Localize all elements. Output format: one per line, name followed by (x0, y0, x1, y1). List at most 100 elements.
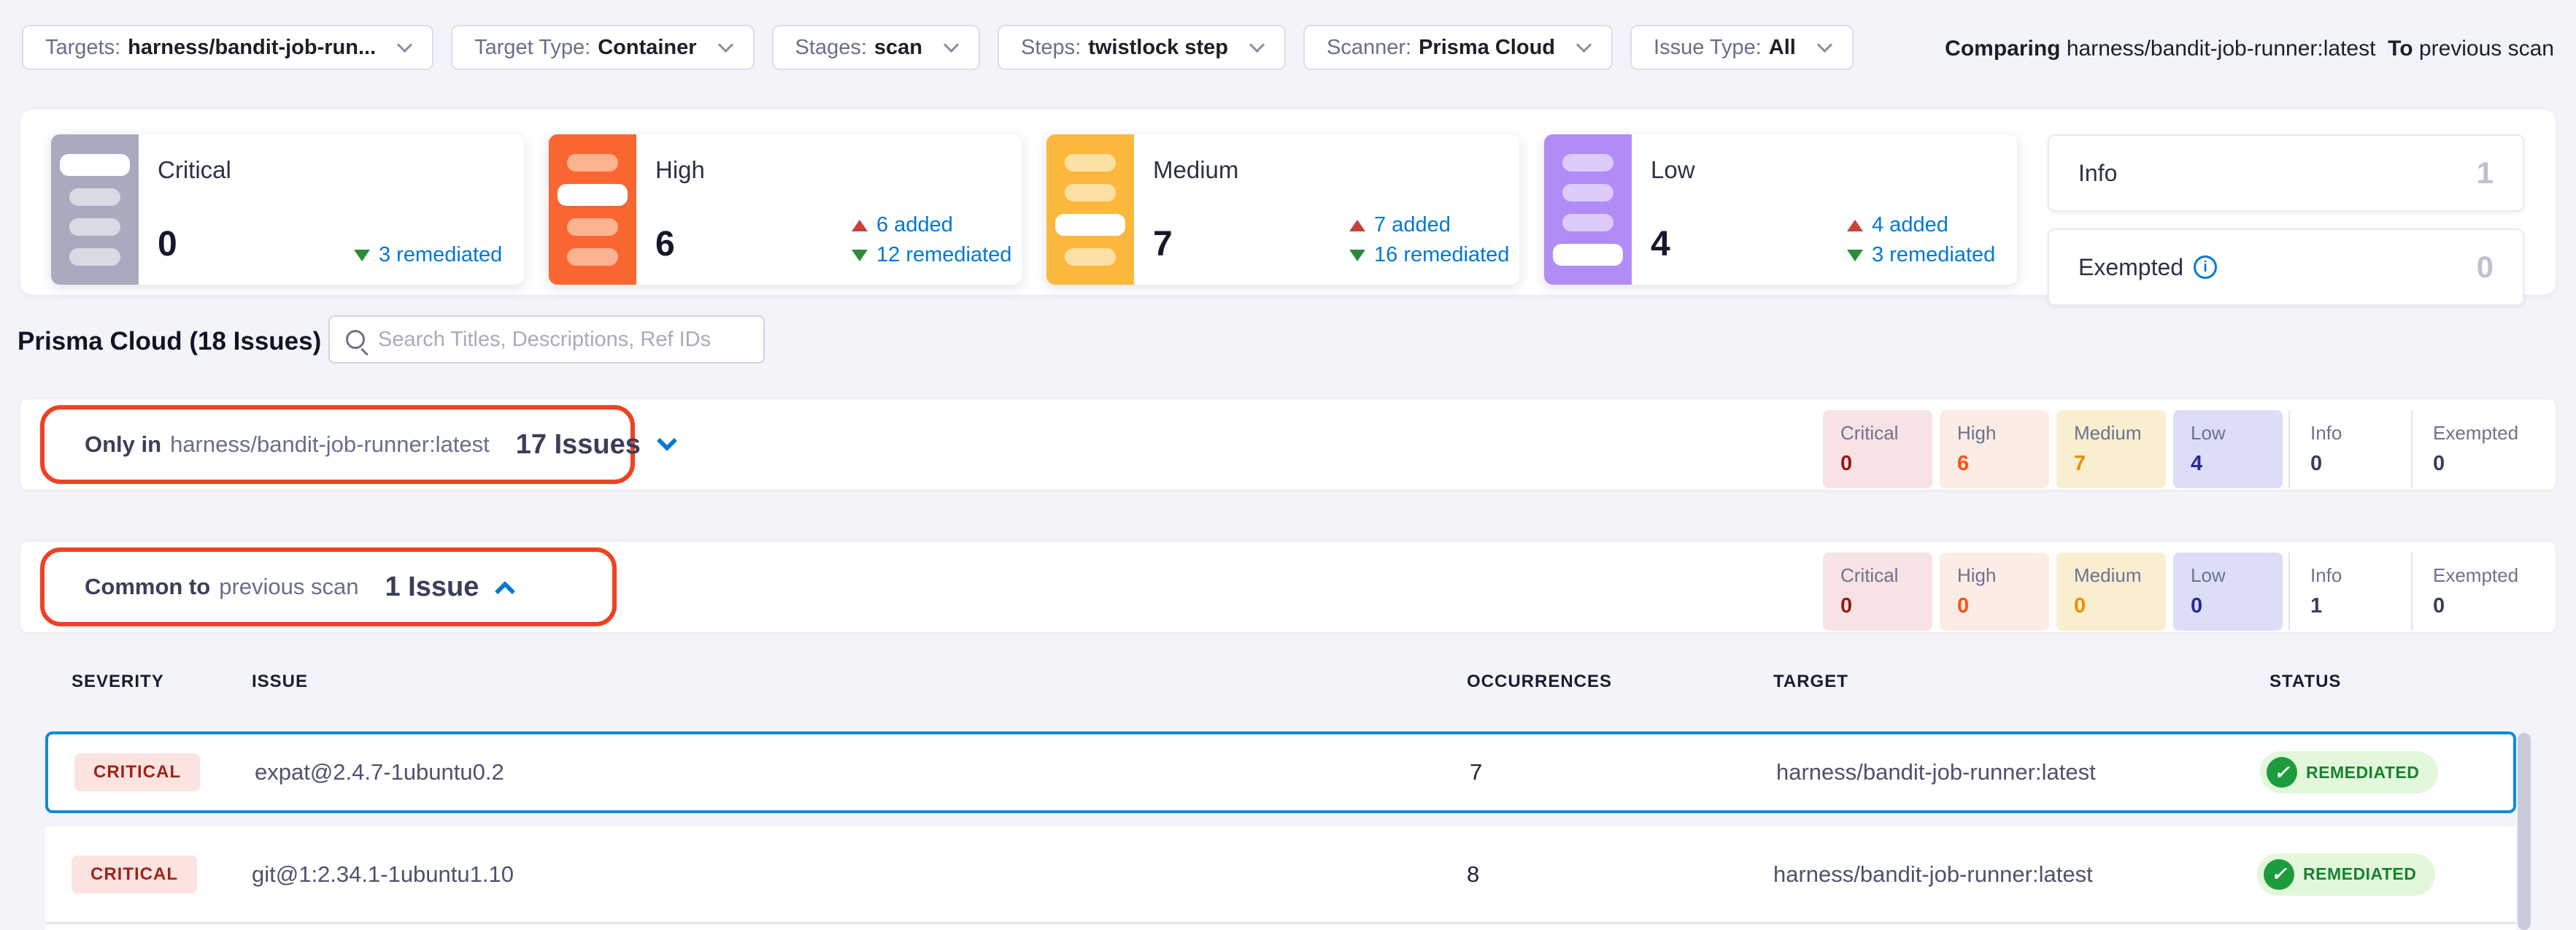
exempted-count: 0 (2477, 250, 2494, 285)
issue-row-selected[interactable]: CRITICAL expat@2.4.7-1ubuntu0.2 7 harnes… (45, 731, 2516, 813)
pill-value: 0 (2433, 594, 2528, 618)
vertical-scrollbar[interactable] (2518, 733, 2531, 930)
filter-label: Issue Type: (1654, 36, 1762, 60)
only-in-section-toggle[interactable]: Only in harness/bandit-job-runner:latest… (85, 399, 674, 490)
severity-count: 4 (1651, 224, 1670, 264)
filter-value: All (1769, 36, 1796, 60)
high-pill: High 0 (1940, 553, 2049, 631)
low-summary-card: Low 4 4 added 3 remediated (1544, 134, 2017, 285)
remediated-link[interactable]: 3 remediated (354, 243, 502, 267)
pill-value: 0 (1957, 594, 2049, 618)
stages-filter-dropdown[interactable]: Stages: scan (772, 25, 980, 70)
added-link[interactable]: 6 added (852, 213, 1011, 237)
comparing-baseline: previous scan (2419, 36, 2554, 61)
severity-meter-icon (1544, 134, 1632, 285)
status-text: REMEDIATED (2306, 763, 2419, 783)
severity-cell: CRITICAL (72, 826, 197, 922)
remediated-link[interactable]: 16 remediated (1349, 243, 1509, 267)
severity-label: Low (1651, 156, 1695, 184)
chevron-down-icon[interactable] (657, 431, 677, 451)
medium-pill: Medium 0 (2056, 553, 2166, 631)
filter-label: Steps: (1021, 36, 1081, 60)
pill-value: 0 (1840, 452, 1932, 476)
info-count: 1 (2477, 155, 2494, 191)
severity-label: High (655, 156, 705, 184)
side-summary-cards: Info 1 Exempted i 0 (2048, 134, 2524, 323)
info-icon[interactable]: i (2194, 255, 2217, 279)
chevron-up-icon[interactable] (495, 581, 515, 602)
triangle-down-icon (1349, 250, 1365, 261)
filter-value: Container (598, 36, 696, 60)
high-pill: High 6 (1940, 410, 2049, 488)
low-pill: Low 4 (2173, 410, 2283, 488)
critical-summary-card: Critical 0 3 remediated (51, 134, 524, 285)
triangle-down-icon (354, 250, 370, 261)
status-cell: ✓ REMEDIATED (2257, 826, 2435, 922)
severity-summary-band: Critical 0 3 remediated High 6 (20, 109, 2556, 295)
chevron-down-icon (1249, 36, 1265, 52)
issues-search-box (328, 315, 765, 364)
severity-deltas: 4 added 3 remediated (1847, 213, 1995, 267)
exempted-label-text: Exempted (2078, 254, 2183, 281)
search-icon (346, 330, 365, 349)
exempted-pill: Exempted 0 (2411, 553, 2528, 631)
filter-bar: Targets: harness/bandit-job-run... Targe… (22, 25, 1854, 70)
section-issue-count: 17 Issues (516, 429, 641, 461)
filter-label: Target Type: (474, 36, 590, 60)
issue-row[interactable]: CRITICAL git@1:2.34.1-1ubuntu1.10 8 harn… (45, 826, 2516, 924)
triangle-up-icon (852, 220, 868, 231)
info-pill: Info 1 (2288, 553, 2405, 631)
comparing-label: Comparing (1945, 36, 2060, 61)
issue-type-filter-dropdown[interactable]: Issue Type: All (1630, 25, 1854, 70)
targets-filter-dropdown[interactable]: Targets: harness/bandit-job-run... (22, 25, 433, 70)
chevron-down-icon (1817, 36, 1832, 52)
info-pill: Info 0 (2288, 410, 2405, 488)
added-link[interactable]: 4 added (1847, 213, 1995, 237)
pill-value: 1 (2310, 594, 2405, 618)
target-cell: harness/bandit-job-runner:latest (1773, 826, 2093, 922)
issue-cell: expat@2.4.7-1ubuntu0.2 (255, 734, 504, 810)
column-header-target: TARGET (1773, 672, 1848, 692)
severity-cell: CRITICAL (74, 734, 200, 810)
triangle-up-icon (1847, 220, 1863, 231)
comparing-target: harness/bandit-job-runner:latest (2067, 36, 2376, 61)
added-link[interactable]: 7 added (1349, 213, 1509, 237)
pill-label: Exempted (2433, 564, 2528, 587)
section-label-bold: Only in (85, 431, 161, 458)
severity-pill-row: Critical 0 High 0 Medium 0 Low 0 Info 1 … (1816, 553, 2528, 631)
remediated-text: 12 remediated (876, 243, 1011, 267)
pill-label: Info (2310, 422, 2405, 445)
exempted-label: Exempted i (2078, 254, 2217, 281)
critical-severity-badge: CRITICAL (72, 856, 197, 894)
scanner-filter-dropdown[interactable]: Scanner: Prisma Cloud (1303, 25, 1613, 70)
steps-filter-dropdown[interactable]: Steps: twistlock step (998, 25, 1286, 70)
severity-meter-icon (1046, 134, 1134, 285)
target-type-filter-dropdown[interactable]: Target Type: Container (451, 25, 754, 70)
section-issue-count: 1 Issue (385, 572, 479, 603)
severity-meter-icon (51, 134, 139, 285)
search-input[interactable] (378, 328, 747, 352)
column-header-issue: ISSUE (252, 672, 308, 692)
triangle-down-icon (852, 250, 868, 261)
added-text: 6 added (876, 213, 953, 237)
occurrences-cell: 7 (1470, 734, 1482, 810)
remediated-text: 3 remediated (379, 243, 502, 267)
pill-value: 6 (1957, 452, 2049, 476)
added-text: 4 added (1872, 213, 1948, 237)
filter-label: Scanner: (1327, 36, 1411, 60)
triangle-up-icon (1349, 220, 1365, 231)
chevron-down-icon (1576, 36, 1592, 52)
medium-pill: Medium 7 (2056, 410, 2166, 488)
column-header-occurrences: OCCURRENCES (1467, 672, 1612, 692)
remediated-link[interactable]: 3 remediated (1847, 243, 1995, 267)
exempted-summary-card: Exempted i 0 (2048, 228, 2524, 306)
check-icon: ✓ (2267, 757, 2297, 788)
severity-count: 7 (1153, 224, 1173, 264)
common-to-section-toggle[interactable]: Common to previous scan 1 Issue (85, 542, 512, 632)
pill-label: High (1957, 422, 2049, 445)
info-label: Info (2078, 160, 2117, 187)
table-bottom-strip (45, 924, 2516, 930)
pill-label: Exempted (2433, 422, 2528, 445)
remediated-link[interactable]: 12 remediated (852, 243, 1011, 267)
medium-summary-card: Medium 7 7 added 16 remediated (1046, 134, 1519, 285)
